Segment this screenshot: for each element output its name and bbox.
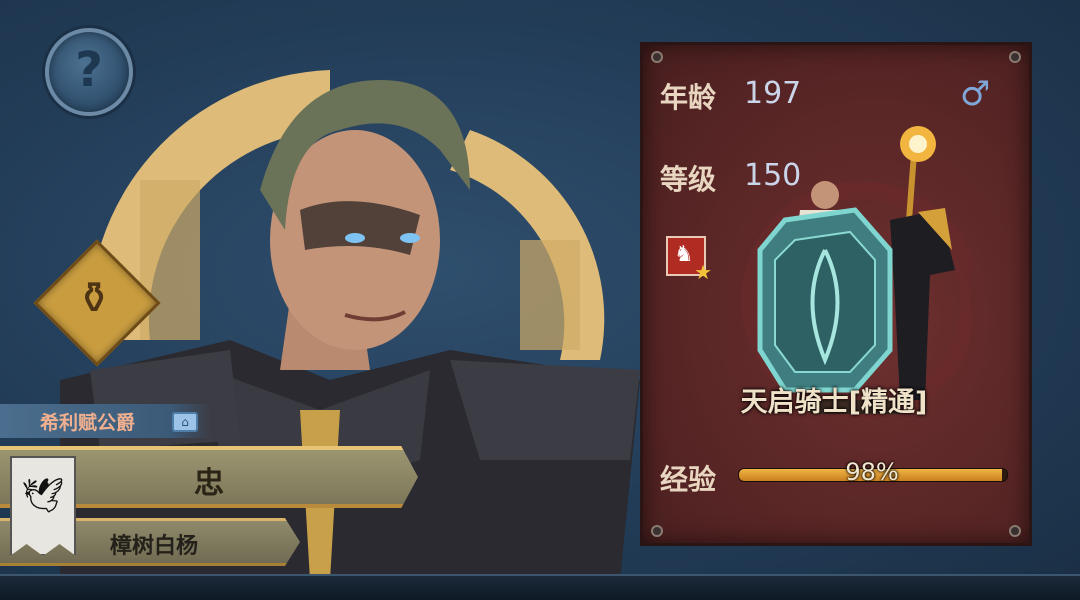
raven-banner-icon: 🕊 [21,476,65,516]
rivet [651,525,663,537]
cavalry-icon: ♞ [674,242,694,267]
star-icon: ★ [694,260,712,284]
character-title: 希利赋公爵 [40,412,136,434]
rivet [1009,51,1021,63]
bottom-frame [0,574,1080,600]
level-label: 等级 [660,163,717,196]
age-label: 年龄 [660,81,717,114]
rank-icon[interactable]: ⌂ [172,412,198,432]
exp-percent: 98% [845,458,899,486]
potion-icon: ⚱ [75,273,113,324]
house-name: 樟树白杨 [110,534,199,559]
class-name: 天启骑士[精通] [740,387,928,418]
exp-label: 经验 [660,463,717,496]
rivet [1009,525,1021,537]
house-banner[interactable]: 🕊 [10,456,76,556]
rivet [651,51,663,63]
class-badge[interactable]: ♞ ★ [666,236,712,284]
